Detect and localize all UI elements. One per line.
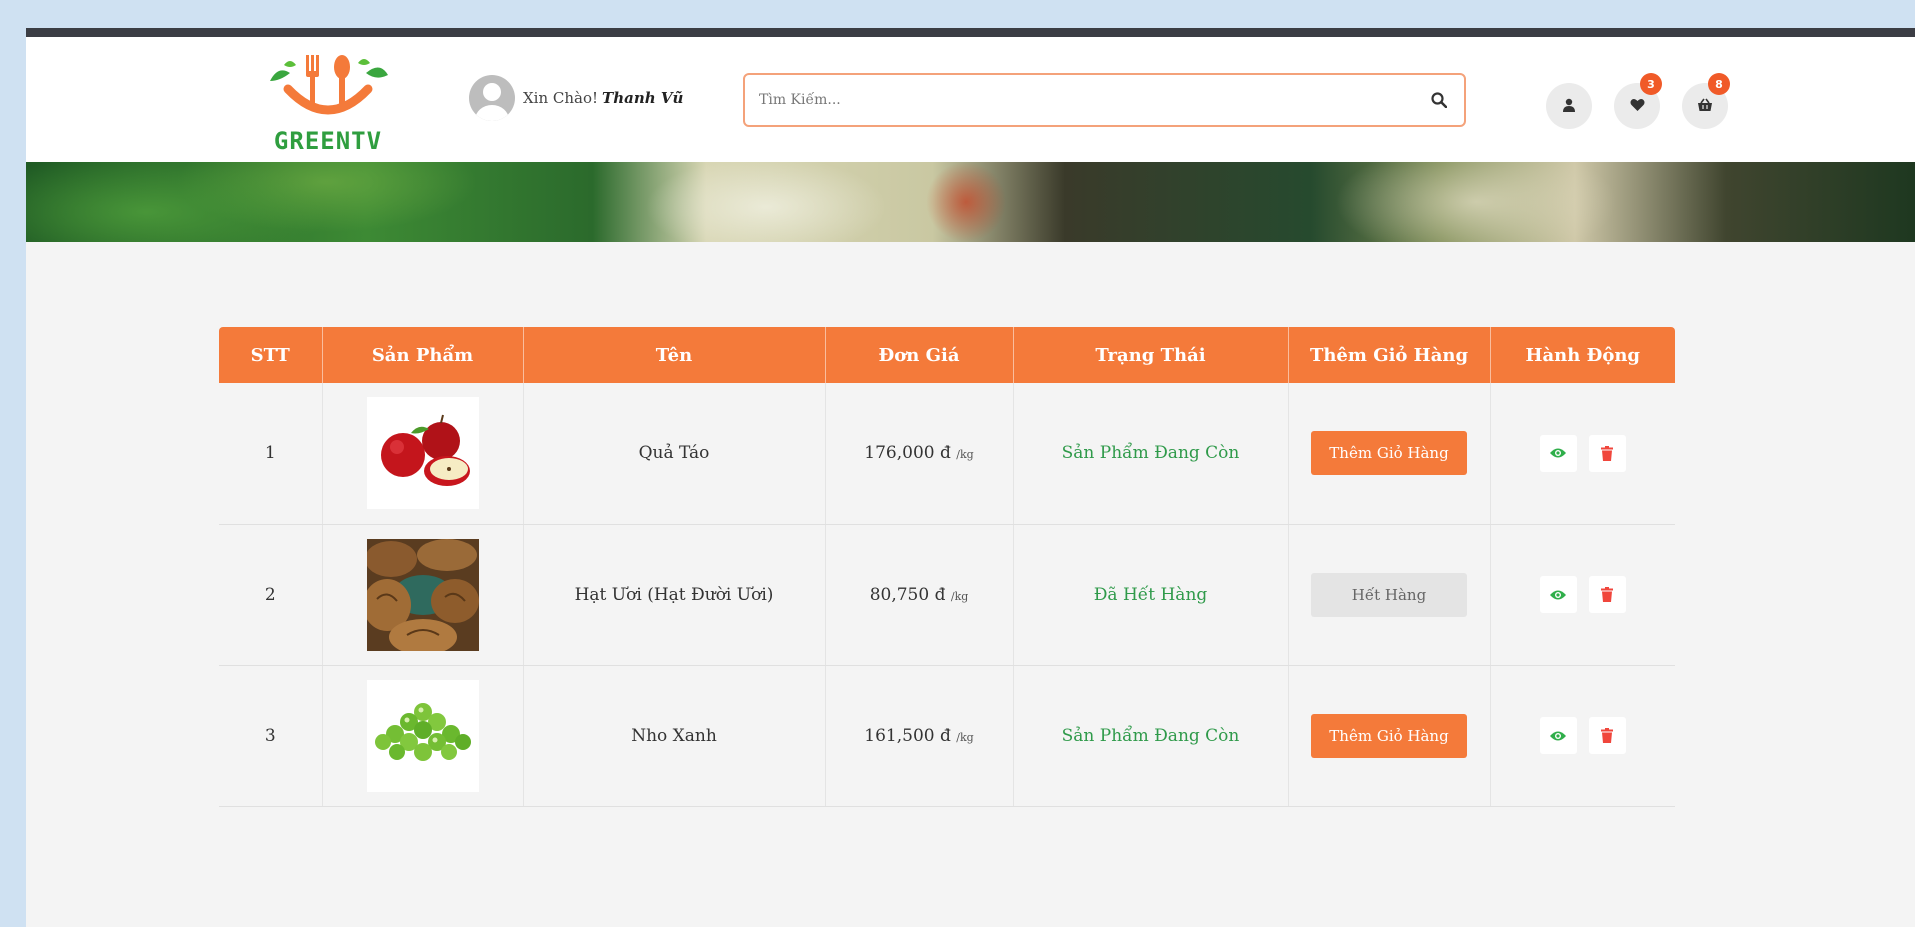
actions-cell — [1490, 665, 1675, 807]
actions-cell — [1490, 524, 1675, 666]
search-input[interactable] — [759, 92, 1428, 108]
eye-icon — [1550, 731, 1567, 740]
view-button[interactable] — [1539, 434, 1577, 472]
trash-icon — [1601, 587, 1614, 602]
table-row: 3 Nho Xanh 161,500 đ /kg Sản Phẩm Đang C… — [219, 665, 1675, 807]
delete-button[interactable] — [1588, 576, 1626, 613]
greeting-text: Xin Chào! — [523, 89, 599, 107]
table-row: 1 Quả Táo 176,000 đ /kg Sản Phẩm Đang Cò… — [219, 383, 1675, 525]
view-button[interactable] — [1539, 717, 1577, 754]
product-price: 80,750 đ — [869, 584, 946, 605]
account-button[interactable] — [1546, 83, 1592, 129]
eye-icon — [1550, 448, 1567, 458]
logo[interactable]: GREENTV — [258, 51, 398, 155]
search-box — [743, 73, 1466, 127]
avatar[interactable] — [469, 75, 515, 121]
trash-icon — [1601, 728, 1614, 743]
table-row: 2 Hạt Ươi (Hạt Đười Ươi) 80,750 đ /kg Đã… — [219, 524, 1675, 666]
cart-count-badge: 8 — [1708, 73, 1730, 95]
add-to-cart-cell: Thêm Giỏ Hàng — [1288, 383, 1491, 525]
user-greeting: Xin Chào! Thanh Vũ — [469, 75, 683, 121]
product-price-cell: 80,750 đ /kg — [825, 524, 1014, 666]
product-image-cell — [322, 383, 524, 525]
hero-banner — [26, 162, 1915, 242]
delete-button[interactable] — [1588, 717, 1626, 754]
eye-icon — [1550, 590, 1567, 599]
price-unit: /kg — [950, 589, 969, 603]
site-header: GREENTV Xin Chào! Thanh Vũ 3 — [26, 37, 1915, 162]
delete-button[interactable] — [1588, 434, 1626, 472]
cart-button[interactable]: 8 — [1682, 73, 1730, 129]
add-to-cart-cell: Thêm Giỏ Hàng — [1288, 665, 1491, 807]
wishlist-count-badge: 3 — [1640, 73, 1662, 95]
product-image-green-grapes[interactable] — [366, 679, 479, 792]
trash-icon — [1601, 445, 1614, 461]
product-image-apple[interactable] — [366, 397, 479, 510]
table-header-row: STT Sản Phẩm Tên Đơn Giá Trạng Thái Thêm… — [219, 327, 1675, 383]
header-stt: STT — [219, 327, 323, 383]
logo-text: GREENTV — [273, 127, 383, 155]
product-status: Sản Phẩm Đang Còn — [1013, 383, 1289, 525]
header-price: Đơn Giá — [825, 327, 1014, 383]
row-stt: 3 — [219, 665, 323, 807]
product-price: 176,000 đ — [864, 443, 951, 464]
actions-cell — [1490, 383, 1675, 525]
product-status: Sản Phẩm Đang Còn — [1013, 665, 1289, 807]
add-to-cart-button[interactable]: Thêm Giỏ Hàng — [1311, 431, 1467, 476]
product-image-sapote-seeds[interactable] — [366, 538, 479, 651]
wishlist-button[interactable]: 3 — [1614, 73, 1662, 129]
product-table: STT Sản Phẩm Tên Đơn Giá Trạng Thái Thêm… — [219, 327, 1675, 807]
logo-icon — [270, 55, 388, 115]
cart-table-container: STT Sản Phẩm Tên Đơn Giá Trạng Thái Thêm… — [219, 327, 1675, 807]
add-to-cart-button[interactable]: Thêm Giỏ Hàng — [1311, 713, 1467, 758]
product-image-cell — [322, 524, 524, 666]
user-name: Thanh Vũ — [602, 89, 684, 107]
heart-icon — [1630, 97, 1645, 116]
product-price-cell: 176,000 đ /kg — [825, 383, 1014, 525]
user-icon — [1562, 97, 1576, 116]
product-status: Đã Hết Hàng — [1013, 524, 1289, 666]
top-bar — [26, 28, 1915, 37]
product-price-cell: 161,500 đ /kg — [825, 665, 1014, 807]
basket-icon — [1697, 97, 1713, 116]
product-name: Nho Xanh — [523, 665, 826, 807]
product-image-cell — [322, 665, 524, 807]
price-unit: /kg — [956, 730, 974, 744]
search-icon[interactable] — [1428, 89, 1450, 111]
product-name: Quả Táo — [523, 383, 826, 525]
product-price: 161,500 đ — [864, 725, 951, 746]
view-button[interactable] — [1539, 576, 1577, 613]
out-of-stock-button[interactable]: Hết Hàng — [1311, 572, 1467, 617]
header-name: Tên — [523, 327, 826, 383]
header-product: Sản Phẩm — [322, 327, 524, 383]
row-stt: 1 — [219, 383, 323, 525]
header-status: Trạng Thái — [1013, 327, 1289, 383]
add-to-cart-cell: Hết Hàng — [1288, 524, 1491, 666]
price-unit: /kg — [956, 448, 974, 462]
row-stt: 2 — [219, 524, 323, 666]
header-add-to-cart: Thêm Giỏ Hàng — [1288, 327, 1491, 383]
product-name: Hạt Ươi (Hạt Đười Ươi) — [523, 524, 826, 666]
header-actions: Hành Động — [1490, 327, 1675, 383]
